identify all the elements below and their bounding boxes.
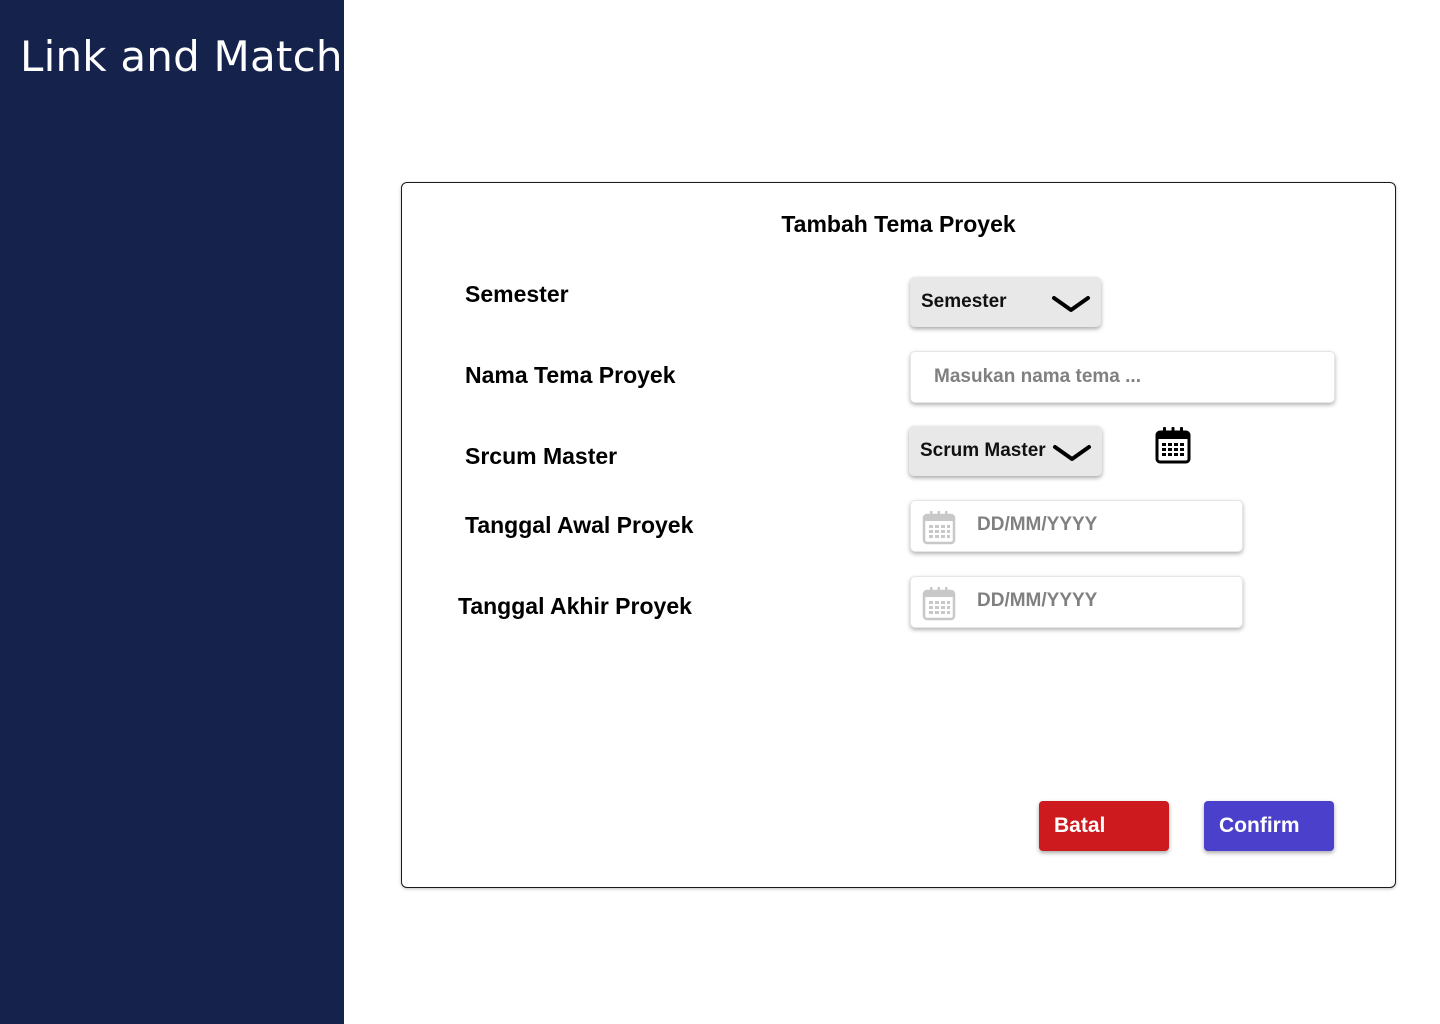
scrum-master-select[interactable]: Scrum Master <box>909 426 1102 476</box>
sidebar: Link and Match <box>0 0 344 1024</box>
semester-select-value: Semester <box>921 291 1007 312</box>
end-date-input[interactable]: DD/MM/YYYY <box>910 576 1243 628</box>
scrum-master-label: Srcum Master <box>465 443 618 469</box>
project-theme-name-label: Nama Tema Proyek <box>465 362 676 388</box>
confirm-button[interactable]: Confirm <box>1204 801 1334 851</box>
start-date-input[interactable]: DD/MM/YYYY <box>910 500 1243 552</box>
chevron-down-icon <box>1052 296 1090 312</box>
calendar-icon[interactable] <box>921 509 957 545</box>
calendar-icon[interactable] <box>921 585 957 621</box>
start-date-label: Tanggal Awal Proyek <box>465 512 694 538</box>
calendar-icon[interactable] <box>1154 425 1192 465</box>
project-theme-name-input[interactable]: Masukan nama tema ... <box>910 351 1335 403</box>
start-date-placeholder: DD/MM/YYYY <box>977 514 1098 535</box>
end-date-placeholder: DD/MM/YYYY <box>977 590 1098 611</box>
project-theme-name-placeholder: Masukan nama tema ... <box>934 366 1141 387</box>
app-brand: Link and Match <box>20 32 343 81</box>
semester-label: Semester <box>465 281 569 307</box>
end-date-label: Tanggal Akhir Proyek <box>458 593 692 619</box>
chevron-down-icon <box>1053 445 1091 461</box>
scrum-master-select-value: Scrum Master <box>920 440 1046 461</box>
dialog-title: Tambah Tema Proyek <box>781 211 1016 237</box>
cancel-button[interactable]: Batal <box>1039 801 1169 851</box>
semester-select[interactable]: Semester <box>910 277 1101 327</box>
